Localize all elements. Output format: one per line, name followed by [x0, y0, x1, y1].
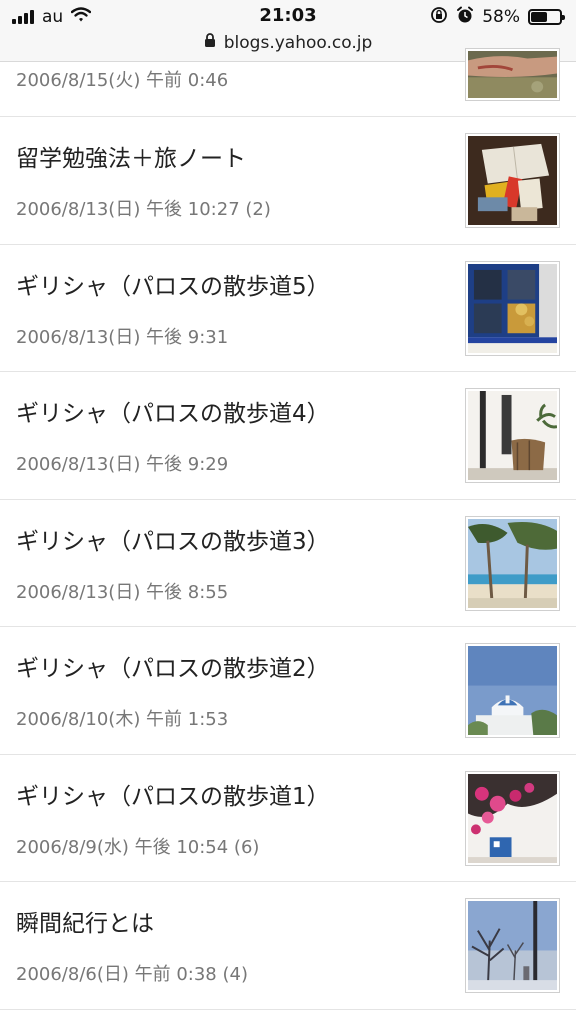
church-photo — [468, 646, 557, 735]
post-thumbnail[interactable] — [465, 898, 560, 993]
post-item[interactable]: 瞬間紀行とは 2006/8/6(日) 午前 0:38 (4) — [0, 882, 576, 1010]
window-photo — [468, 263, 557, 353]
post-title: ギリシャ（パロスの散歩道2） — [16, 656, 330, 682]
post-date: 2006/8/13(日) 午後 9:29 — [16, 454, 229, 475]
battery-percent: 58% — [482, 7, 520, 27]
post-item[interactable]: ギリシャ（パロスの散歩道1） 2006/8/9(水) 午後 10:54 (6) — [0, 755, 576, 882]
post-item[interactable]: 留学勉強法＋旅ノート 2006/8/13(日) 午後 10:27 (2) — [0, 117, 576, 245]
post-thumbnail[interactable] — [465, 388, 560, 483]
post-item[interactable]: ギリシャ（パロスの散歩道3） 2006/8/13(日) 午後 8:55 — [0, 500, 576, 627]
post-thumbnail[interactable] — [465, 770, 560, 866]
post-list: 2006/8/15(火) 午前 0:46 留学勉強法＋旅ノート 2006/8/1… — [0, 48, 576, 1010]
post-date: 2006/8/15(火) 午前 0:46 — [16, 70, 229, 91]
terrace-photo — [468, 391, 557, 480]
winter-trees-photo — [468, 901, 557, 990]
post-title: ギリシャ（パロスの散歩道5） — [16, 273, 330, 300]
post-date: 2006/8/6(日) 午前 0:38 (4) — [16, 964, 248, 985]
rotation-lock-icon — [430, 6, 448, 29]
post-thumbnail[interactable] — [465, 643, 560, 738]
beach-photo — [468, 518, 557, 608]
bougainvillea-photo — [468, 773, 557, 863]
post-date: 2006/8/13(日) 午後 8:55 — [16, 581, 229, 603]
post-thumbnail[interactable] — [465, 260, 560, 356]
url-text: blogs.yahoo.co.jp — [223, 33, 373, 53]
status-bar-right: 58% — [430, 6, 565, 29]
post-title: ギリシャ（パロスの散歩道4） — [16, 401, 330, 427]
post-title: 瞬間紀行とは — [16, 911, 154, 937]
post-date: 2006/8/13(日) 午後 9:31 — [16, 326, 229, 348]
post-date: 2006/8/13(日) 午後 10:27 (2) — [16, 199, 271, 220]
post-item[interactable]: ギリシャ（パロスの散歩道2） 2006/8/10(木) 午前 1:53 — [0, 627, 576, 755]
post-item[interactable]: 2006/8/15(火) 午前 0:46 — [0, 48, 576, 117]
post-item[interactable]: ギリシャ（パロスの散歩道4） 2006/8/13(日) 午後 9:29 — [0, 372, 576, 500]
battery-level — [531, 12, 548, 22]
hand-photo — [468, 51, 557, 98]
post-thumbnail[interactable] — [465, 48, 560, 101]
post-thumbnail[interactable] — [465, 515, 560, 611]
lock-icon — [204, 33, 216, 53]
notebooks-photo — [468, 136, 557, 225]
alarm-icon — [456, 6, 474, 29]
post-date: 2006/8/10(木) 午前 1:53 — [16, 709, 229, 730]
post-title: 留学勉強法＋旅ノート — [16, 146, 246, 172]
post-title: ギリシャ（パロスの散歩道1） — [16, 783, 330, 810]
post-title: ギリシャ（パロスの散歩道3） — [16, 528, 330, 555]
battery-icon — [528, 9, 565, 25]
post-item[interactable]: ギリシャ（パロスの散歩道5） 2006/8/13(日) 午後 9:31 — [0, 245, 576, 372]
post-date: 2006/8/9(水) 午後 10:54 (6) — [16, 836, 260, 858]
post-thumbnail[interactable] — [465, 133, 560, 228]
